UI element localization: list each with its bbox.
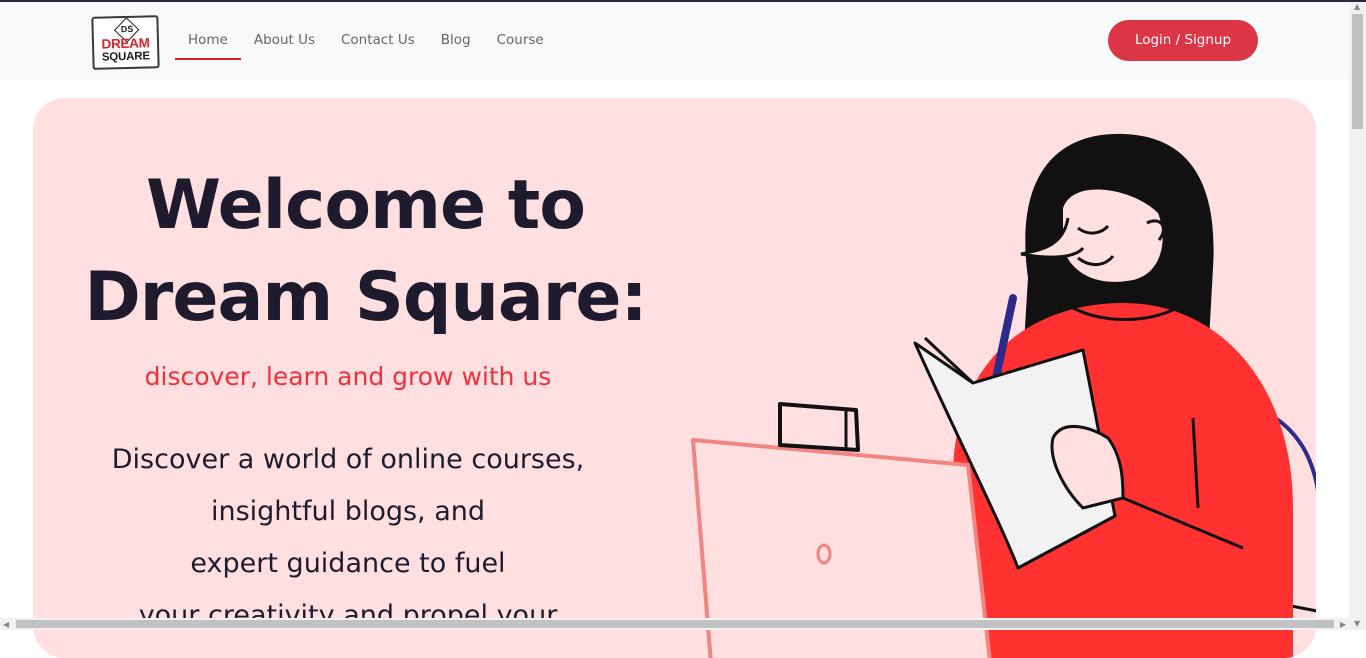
- student-reading-illustration: [691, 133, 1316, 658]
- nav-item-contact-us[interactable]: Contact Us: [328, 30, 428, 60]
- hero-desc-line: your creativity and propel your: [138, 600, 558, 631]
- login-signup-button[interactable]: Login / Signup: [1108, 20, 1258, 61]
- scroll-up-icon[interactable]: ▲: [1354, 2, 1360, 11]
- horizontal-scrollbar[interactable]: ◀ ▶: [0, 618, 1349, 630]
- vertical-scrollbar[interactable]: ▲ ▼: [1349, 2, 1366, 630]
- hero-tagline: discover, learn and grow with us: [144, 362, 552, 391]
- hero-desc-line: Discover a world of online courses,: [111, 444, 585, 475]
- scroll-left-icon[interactable]: ◀: [3, 620, 9, 629]
- horizontal-scroll-thumb[interactable]: [16, 620, 1334, 628]
- navbar: DS DREAM SQUARE Home About Us Contact Us…: [0, 2, 1349, 79]
- nav-item-course[interactable]: Course: [484, 30, 557, 60]
- hero-section: Welcome to Dream Square: discover, learn…: [33, 98, 1316, 658]
- nav-item-home[interactable]: Home: [175, 30, 241, 60]
- dream-square-logo[interactable]: DS DREAM SQUARE: [91, 15, 160, 70]
- scroll-right-icon[interactable]: ▶: [1340, 620, 1346, 629]
- hero-title-line1: Welcome to: [146, 166, 586, 245]
- hero-desc-line: expert guidance to fuel: [190, 548, 506, 579]
- main-nav: Home About Us Contact Us Blog Course: [175, 30, 557, 60]
- logo-line-dream: DREAM: [101, 35, 150, 52]
- scroll-down-icon[interactable]: ▼: [1354, 619, 1360, 628]
- hero-description: Discover a world of online courses, insi…: [83, 434, 613, 642]
- nav-item-about-us[interactable]: About Us: [241, 30, 328, 60]
- hero-desc-line: insightful blogs, and: [210, 496, 486, 527]
- logo-line-square: SQUARE: [101, 50, 151, 64]
- vertical-scroll-thumb[interactable]: [1352, 14, 1363, 129]
- hero-title: Welcome to Dream Square:: [33, 160, 698, 344]
- hero-title-line2: Dream Square:: [84, 258, 647, 337]
- nav-item-blog[interactable]: Blog: [428, 30, 484, 60]
